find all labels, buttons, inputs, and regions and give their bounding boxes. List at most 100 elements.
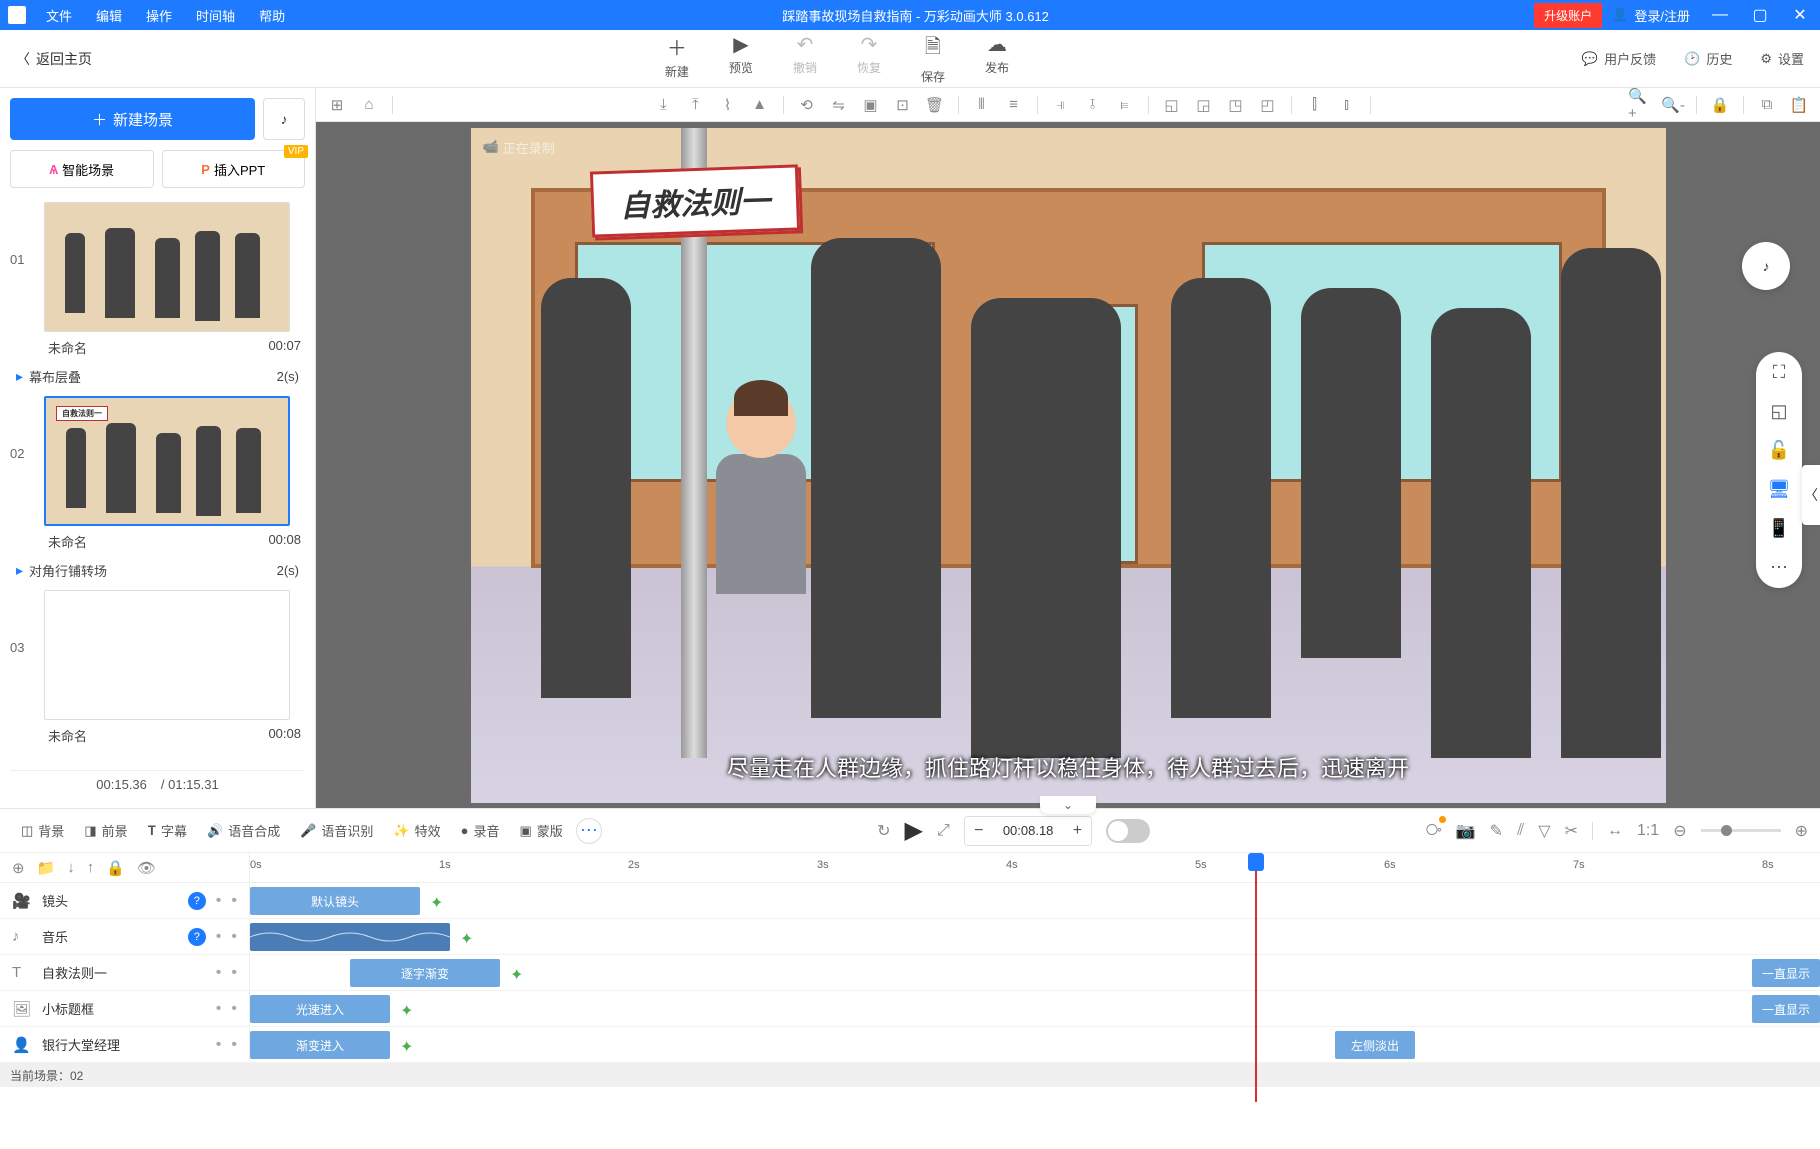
- upgrade-button[interactable]: 升级账户: [1534, 3, 1602, 28]
- track-dot[interactable]: •: [231, 928, 237, 946]
- play-button[interactable]: ▶: [905, 816, 923, 845]
- dist-h-icon[interactable]: ⫴: [969, 92, 995, 118]
- track-lock-icon[interactable]: 🔒: [106, 859, 125, 877]
- folder-icon[interactable]: 📁: [37, 859, 56, 877]
- transition-row[interactable]: ▸幕布层叠 2(s): [10, 363, 305, 390]
- lock-icon[interactable]: 🔒: [1707, 92, 1733, 118]
- spacing2-icon[interactable]: ⫾: [1334, 92, 1360, 118]
- tl-tab-语音识别[interactable]: 🎤语音识别: [291, 821, 382, 840]
- autoplay-toggle[interactable]: [1106, 819, 1150, 843]
- track-dot[interactable]: •: [216, 964, 222, 982]
- menu-file[interactable]: 文件: [34, 6, 84, 25]
- timeline-more-button[interactable]: ⋯: [576, 818, 602, 844]
- send-back-icon[interactable]: ◲: [1191, 92, 1217, 118]
- login-button[interactable]: 👤 登录/注册: [1602, 6, 1700, 25]
- group-icon[interactable]: ⊡: [890, 92, 916, 118]
- track-lane[interactable]: 逐字渐变✦一直显示: [250, 955, 1820, 990]
- marker-icon[interactable]: ⧂: [1426, 822, 1442, 840]
- bring-front-icon[interactable]: ◱: [1159, 92, 1185, 118]
- insert-ppt-button[interactable]: P 插入PPT VIP: [162, 150, 306, 188]
- align-left-icon[interactable]: ⫣: [1048, 92, 1074, 118]
- track-lane[interactable]: ✦: [250, 919, 1820, 954]
- add-keyframe-button[interactable]: ✦: [400, 1001, 413, 1021]
- fit-icon[interactable]: ◱: [1770, 401, 1787, 422]
- visibility-icon[interactable]: 👁: [137, 859, 156, 877]
- track-dot[interactable]: •: [231, 1036, 237, 1054]
- time-plus-button[interactable]: +: [1063, 817, 1091, 845]
- track-label[interactable]: 🖼 小标题框 • •: [0, 991, 250, 1026]
- actual-size-icon[interactable]: 1:1: [1637, 822, 1659, 840]
- music-button[interactable]: ♪: [263, 98, 305, 140]
- align-bottom-icon[interactable]: ⤓: [651, 92, 677, 118]
- help-icon[interactable]: ?: [188, 928, 206, 946]
- new-scene-button[interactable]: ＋ 新建场景: [10, 98, 255, 140]
- toolbar-新建[interactable]: ＋新建: [665, 32, 689, 85]
- flip-icon[interactable]: ⇋: [826, 92, 852, 118]
- link-icon[interactable]: ⫽: [1517, 822, 1524, 840]
- right-link-用户反馈[interactable]: 💬用户反馈: [1582, 49, 1656, 68]
- tl-tab-语音合成[interactable]: 🔊语音合成: [198, 821, 289, 840]
- canvas-stage[interactable]: 自救法则一 尽量走在人群边缘，抓住路灯杆以稳住身体，待人群过去后，迅速离开 📹 …: [471, 128, 1666, 803]
- transition-row[interactable]: ▸对角行铺转场 2(s): [10, 557, 305, 584]
- dist-v-icon[interactable]: ≡: [1001, 92, 1027, 118]
- loop-icon[interactable]: ↻: [877, 821, 890, 841]
- desktop-icon[interactable]: 🖥: [1768, 479, 1791, 500]
- track-dot[interactable]: •: [231, 1000, 237, 1018]
- toolbar-发布[interactable]: ☁发布: [985, 32, 1009, 85]
- timeline-clip[interactable]: [250, 923, 450, 951]
- menu-help[interactable]: 帮助: [247, 6, 297, 25]
- right-link-历史[interactable]: 🕑历史: [1684, 49, 1732, 68]
- right-link-设置[interactable]: ⚙设置: [1760, 49, 1804, 68]
- collapse-timeline-handle[interactable]: ⌄: [1040, 796, 1096, 814]
- track-lane[interactable]: 渐变进入✦左侧淡出: [250, 1027, 1820, 1062]
- scene-thumbnail[interactable]: 自救法则一: [44, 396, 290, 526]
- tl-tab-字幕[interactable]: 𝐓字幕: [139, 821, 196, 840]
- add-keyframe-button[interactable]: ✦: [430, 893, 443, 913]
- align-up-icon[interactable]: ▲: [747, 92, 773, 118]
- fullscreen-icon[interactable]: ⛶: [1773, 362, 1786, 383]
- title-sign[interactable]: 自救法则一: [589, 164, 799, 237]
- subtitle-text[interactable]: 尽量走在人群边缘，抓住路灯杆以稳住身体，待人群过去后，迅速离开: [727, 751, 1409, 783]
- delete-icon[interactable]: 🗑: [922, 92, 948, 118]
- rotate-icon[interactable]: ⟲: [794, 92, 820, 118]
- main-character[interactable]: [701, 388, 821, 708]
- fit-width-icon[interactable]: ↔: [1607, 822, 1623, 840]
- paste-icon[interactable]: 📋: [1786, 92, 1812, 118]
- track-dot[interactable]: •: [216, 892, 222, 910]
- float-music-button[interactable]: ♪: [1742, 242, 1790, 290]
- align-vcenter-icon[interactable]: ⌇: [715, 92, 741, 118]
- crop-icon[interactable]: ▣: [858, 92, 884, 118]
- zoom-slider[interactable]: [1701, 829, 1781, 832]
- home-icon[interactable]: ⌂: [356, 92, 382, 118]
- add-keyframe-button[interactable]: ✦: [400, 1037, 413, 1057]
- track-lane[interactable]: 默认镜头 ✦: [250, 883, 1820, 918]
- back-home-button[interactable]: 〈 返回主页: [16, 49, 92, 69]
- tl-tab-录音[interactable]: ●录音: [452, 821, 509, 840]
- menu-action[interactable]: 操作: [134, 6, 184, 25]
- track-lane[interactable]: 光速进入✦一直显示: [250, 991, 1820, 1026]
- layout-icon[interactable]: ⊞: [324, 92, 350, 118]
- backward-icon[interactable]: ◰: [1255, 92, 1281, 118]
- zoom-in-icon[interactable]: 🔍+: [1628, 92, 1654, 118]
- zoom-out-tl-icon[interactable]: ⊖: [1673, 821, 1686, 841]
- track-dot[interactable]: •: [216, 1000, 222, 1018]
- scene-thumbnail[interactable]: [44, 202, 290, 332]
- scene-thumbnail[interactable]: [44, 590, 290, 720]
- timeline-clip[interactable]: 光速进入: [250, 995, 390, 1023]
- toolbar-保存[interactable]: 🗎保存: [921, 32, 945, 85]
- expand-right-handle[interactable]: 〈: [1802, 465, 1820, 525]
- align-hcenter-icon[interactable]: ⫱: [1080, 92, 1106, 118]
- snapshot-icon[interactable]: 📷: [1456, 821, 1476, 841]
- add-keyframe-button[interactable]: ✦: [460, 929, 473, 949]
- down-icon[interactable]: ↓: [67, 859, 75, 876]
- track-dot[interactable]: •: [231, 964, 237, 982]
- menu-timeline[interactable]: 时间轴: [184, 6, 247, 25]
- track-dot[interactable]: •: [216, 928, 222, 946]
- maximize-button[interactable]: ▢: [1740, 5, 1780, 25]
- align-right-icon[interactable]: ⫢: [1112, 92, 1138, 118]
- playhead[interactable]: [1255, 853, 1257, 1102]
- add-track-icon[interactable]: ⊕: [12, 859, 25, 877]
- clip-end-indicator[interactable]: 一直显示: [1752, 959, 1820, 987]
- timeline-clip[interactable]: 默认镜头: [250, 887, 420, 915]
- expand-icon[interactable]: ⤢: [937, 822, 950, 840]
